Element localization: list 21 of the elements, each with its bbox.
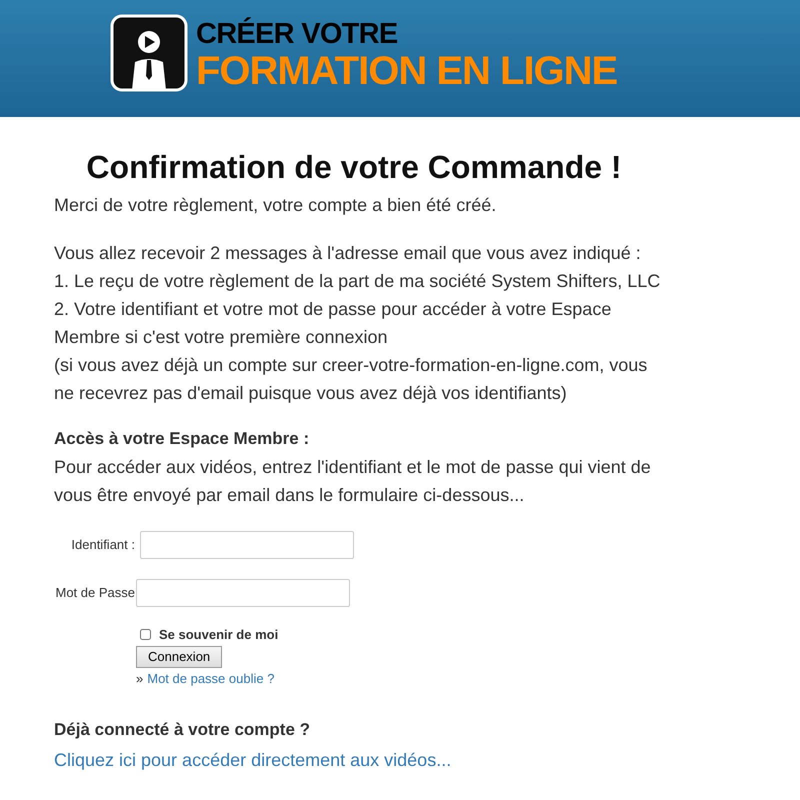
input-field[interactable] [136, 579, 350, 607]
field-label: Identifiant : [70, 536, 136, 554]
checkbox-label: Se souvenir de moi [159, 626, 278, 644]
access-text: Pour accéder aux vidéos, entrez l'identifiant et le mot de passe qui vient de vous être envoyé par email dans le formulaire ci-dessous... [54, 456, 652, 507]
presenter-logo-icon [110, 14, 188, 92]
message-text: Vous allez recevoir 2 messages à l'adresse email que vous avez indiqué : [54, 242, 642, 265]
page-title: Confirmation de votre Commande ! [85, 148, 623, 187]
message-text: 1. Le reçu de votre règlement de la part de ma société System Shifters, LLC [54, 270, 662, 293]
section-heading: Déjà connecté à votre compte ? [54, 719, 312, 741]
message-text: (si vous avez déjà un compte sur creer-votre-formation-en-ligne.com, vous ne recevrez pas d'email puisque vous avez déjà vos identifiants) [54, 354, 648, 405]
login-button[interactable]: Connexion [136, 646, 222, 668]
intro-text: Merci de votre règlement, votre compte a bien été créé. [54, 194, 498, 217]
field-label: Mot de Passe [54, 584, 136, 602]
logo-subtitle: FORMATION EN LIGNE [196, 51, 618, 91]
link-prefix: » [136, 670, 144, 688]
message-text: 2. Votre identifiant et votre mot de passe pour accéder à votre Espace Membre si c'est votre première connexion [54, 298, 612, 349]
remember-checkbox[interactable] [140, 629, 151, 640]
videos-link[interactable]: Cliquez ici pour accéder directement aux vidéos... [54, 746, 680, 774]
input-field[interactable] [140, 531, 354, 559]
forgot-password-link[interactable]: Mot de passe oublie ? [147, 668, 274, 688]
section-heading: Accès à votre Espace Membre : [54, 428, 310, 450]
